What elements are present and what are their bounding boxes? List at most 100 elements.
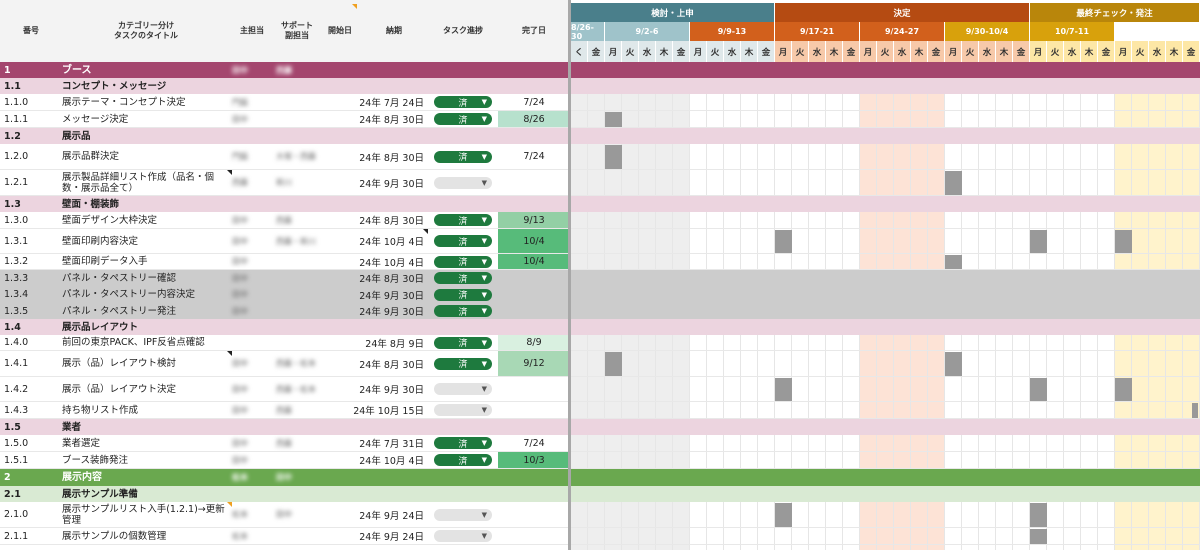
day-header[interactable]: 水 [809,41,826,62]
gantt-milestone[interactable] [1030,378,1047,401]
table-row[interactable]: 1.2.1 展示製品詳細リスト作成（品名・個数・展示品全て） 西藤 新川 24年 9月 … [0,170,1200,196]
phase-header[interactable]: 最終チェック・発注 [1030,3,1199,22]
due-date[interactable]: 24年 8月 9日 [340,335,424,350]
col-header-title[interactable]: カテゴリー分け タスクのタイトル [62,21,230,41]
frozen-pane-divider[interactable] [568,0,571,550]
table-row[interactable]: 1.4.3 持ち物リスト作成 田中 西藤 24年 10月 15日 ▼ [0,402,1200,419]
gantt-milestone[interactable] [775,230,792,253]
comment-indicator-icon[interactable] [227,170,232,175]
day-header[interactable]: 金 [928,41,945,62]
col-header-sub[interactable]: サポート 副担当 [274,21,320,41]
gantt-milestone[interactable] [605,145,622,169]
gantt-milestone[interactable] [1030,503,1047,527]
task-title[interactable]: ブース [62,62,230,78]
done-date[interactable]: 7/24 [498,144,570,169]
comment-indicator-icon[interactable] [227,351,232,356]
done-date[interactable]: 10/4 [498,254,570,269]
table-row[interactable]: 1.5.1 ブース装飾発注 田中 24年 10月 4日済 ▼ 10/3 [0,452,1200,469]
status-dropdown[interactable]: 済 ▼ [434,272,492,285]
day-header[interactable]: 火 [1132,41,1149,62]
day-header[interactable]: 木 [656,41,673,62]
status-dropdown[interactable]: 済 ▼ [434,150,492,163]
table-row[interactable]: 1.4.2 展示（品）レイアウト決定 田中 西藤・松本 24年 9月 30日 ▼ [0,377,1200,402]
table-row[interactable]: 1.3.4 パネル・タペストリー内容決定 田中 24年 9月 30日済 ▼ [0,286,1200,303]
day-header[interactable]: 水 [1064,41,1081,62]
task-title[interactable]: 壁面印刷内容決定 [62,229,230,253]
day-header[interactable]: 水 [724,41,741,62]
comment-indicator-icon[interactable] [423,229,428,234]
task-title[interactable]: 業者選定 [62,435,230,451]
day-header[interactable]: 火 [707,41,724,62]
main-assignee[interactable]: 田中 [232,62,272,78]
task-title[interactable]: 展示（品）レイアウト決定 [62,377,230,401]
done-date[interactable] [498,528,570,544]
main-assignee[interactable]: 田中 [232,111,272,127]
table-row[interactable]: 1.3.0 壁面デザイン大枠決定 田中 西藤 24年 8月 30日済 ▼ 9/13 [0,212,1200,229]
table-row[interactable]: 1.1.1 メッセージ決定 田中 24年 8月 30日済 ▼ 8/26 [0,111,1200,128]
done-date[interactable]: 10/3 [498,452,570,468]
day-header[interactable]: 水 [894,41,911,62]
task-title[interactable]: 展示品レイアウト [62,319,230,335]
due-date[interactable]: 24年 8月 30日 [340,351,424,376]
table-row[interactable]: 2.1.1 展示サンプルの個数管理 松本 24年 9月 24日 ▼ [0,528,1200,545]
day-header[interactable]: 金 [588,41,605,62]
day-header[interactable]: 木 [1081,41,1098,62]
day-header[interactable]: 月 [690,41,707,62]
done-date[interactable]: 9/12 [498,351,570,376]
main-assignee[interactable]: 松本 [232,528,272,544]
main-assignee[interactable]: 田中 [232,229,272,253]
due-date[interactable]: 24年 8月 30日 [340,111,424,127]
table-row[interactable]: 1.3 壁面・棚装飾 [0,196,1200,212]
table-row[interactable]: 1.3.3 パネル・タペストリー確認 田中 24年 8月 30日済 ▼ [0,270,1200,286]
main-assignee[interactable]: 田中 [232,212,272,228]
main-assignee[interactable]: 西藤 [232,170,272,195]
task-title[interactable]: 展示サンプルの個数管理 [62,528,230,544]
table-row[interactable]: 1.5 業者 [0,419,1200,435]
col-header-main[interactable]: 主担当 [232,26,272,36]
week-header[interactable]: 9/2-6 [605,22,689,41]
status-dropdown[interactable]: 済 ▼ [434,96,492,109]
col-header-due[interactable]: 納期 [366,26,422,36]
day-header[interactable]: 金 [843,41,860,62]
day-header[interactable]: 火 [622,41,639,62]
table-row[interactable]: 1.2.0 展示品群決定 門脇 大塚・西藤 24年 8月 30日済 ▼ 7/24 [0,144,1200,170]
day-header[interactable]: 月 [605,41,622,62]
note-indicator-icon[interactable] [352,4,357,9]
table-row[interactable]: 1.1 コンセプト・メッセージ [0,78,1200,94]
day-header[interactable]: 水 [1149,41,1166,62]
due-date[interactable]: 24年 9月 24日 [340,502,424,527]
done-date[interactable] [498,170,570,195]
gantt-milestone[interactable] [945,171,962,195]
day-header[interactable]: 月 [1115,41,1132,62]
table-row[interactable]: 1 ブース 田中 西藤 [0,62,1200,78]
table-row[interactable]: 2 展示内容 松本 田中 [0,469,1200,486]
gantt-milestone[interactable] [945,255,962,269]
main-assignee[interactable]: 田中 [232,303,272,319]
task-title[interactable]: 展示品群決定 [62,144,230,169]
week-header[interactable]: 9/30-10/4 [945,22,1029,41]
day-header[interactable]: 月 [945,41,962,62]
sub-assignee[interactable]: 西藤 [276,435,320,451]
day-header[interactable]: 火 [877,41,894,62]
task-title[interactable]: パネル・タペストリー内容決定 [62,286,230,303]
due-date[interactable]: 24年 10月 4日 [340,452,424,468]
task-title[interactable]: 壁面デザイン大枠決定 [62,212,230,228]
day-header[interactable]: 月 [860,41,877,62]
table-row[interactable]: 1.4.1 展示（品）レイアウト検討 田中 西藤・松本 24年 8月 30日済 ▼ 9/12 [0,351,1200,377]
gantt-milestone[interactable] [1115,378,1132,401]
status-dropdown[interactable]: 済 ▼ [434,454,492,467]
status-dropdown[interactable]: ▼ [434,383,492,395]
day-header[interactable]: 水 [639,41,656,62]
done-date[interactable]: 8/9 [498,335,570,350]
done-date[interactable] [498,402,570,418]
day-header[interactable]: 水 [979,41,996,62]
task-title[interactable]: 展示製品詳細リスト作成（品名・個数・展示品全て） [62,170,230,195]
gantt-milestone[interactable] [775,503,792,527]
table-row[interactable]: 1.3.1 壁面印刷内容決定 田中 西藤・新川 24年 10月 4日済 ▼ 10/4 [0,229,1200,254]
day-header[interactable]: 木 [1166,41,1183,62]
gantt-milestone[interactable] [1191,403,1198,418]
table-row[interactable]: 1.5.0 業者選定 田中 西藤 24年 7月 31日済 ▼ 7/24 [0,435,1200,452]
sub-assignee[interactable]: 西藤 [276,212,320,228]
sub-assignee[interactable]: 西藤 [276,62,320,78]
status-dropdown[interactable]: ▼ [434,404,492,416]
